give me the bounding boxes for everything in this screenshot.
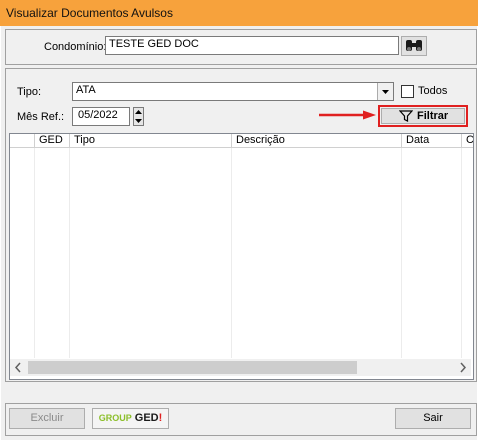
column-header-tipo[interactable]: Tipo: [70, 134, 232, 148]
spin-up-icon[interactable]: [134, 108, 143, 116]
title-bar: Visualizar Documentos Avulsos: [0, 0, 478, 26]
footer-group: Excluir GROUP GED! Sair: [5, 403, 477, 436]
dropdown-arrow-icon[interactable]: [377, 83, 393, 100]
condominio-field[interactable]: TESTE GED DOC: [105, 36, 399, 55]
mes-ref-spinner[interactable]: [133, 107, 144, 126]
condominio-group: Condomínio: TESTE GED DOC: [5, 29, 477, 65]
tipo-label: Tipo:: [17, 86, 42, 98]
group-ged-button[interactable]: GROUP GED!: [92, 408, 169, 429]
column-divider: [401, 148, 402, 358]
filtrar-label: Filtrar: [417, 110, 449, 122]
column-divider: [231, 148, 232, 358]
filter-group: Tipo: ATA Todos Mês Ref.: 05/2022 Filtra…: [5, 68, 477, 382]
scroll-right-icon[interactable]: [454, 359, 471, 376]
ged-logo-mark: !: [158, 412, 163, 424]
search-condominio-button[interactable]: [401, 36, 427, 56]
column-header-descricao[interactable]: Descrição: [232, 134, 402, 148]
column-header-data[interactable]: Data: [402, 134, 462, 148]
mes-ref-label: Mês Ref.:: [17, 111, 65, 123]
column-header-blank: [10, 134, 35, 148]
group-logo-text: GROUP: [98, 413, 132, 423]
documents-table[interactable]: GED Tipo Descrição Data C: [9, 133, 474, 380]
column-divider: [461, 148, 462, 358]
ged-logo-text: GED: [134, 412, 159, 424]
horizontal-scrollbar[interactable]: [10, 359, 471, 376]
spin-down-icon[interactable]: [134, 117, 143, 125]
column-header-c[interactable]: C: [462, 134, 473, 148]
scrollbar-thumb[interactable]: [28, 361, 357, 374]
binoculars-icon: [406, 40, 422, 51]
sair-label: Sair: [423, 412, 443, 424]
tipo-select-value: ATA: [76, 84, 96, 96]
sair-button[interactable]: Sair: [395, 408, 471, 429]
window-body: Condomínio: TESTE GED DOC Tipo: ATA Todo…: [1, 26, 477, 440]
scroll-left-icon[interactable]: [10, 359, 27, 376]
column-header-ged[interactable]: GED: [35, 134, 70, 148]
column-divider: [69, 148, 70, 358]
window-title: Visualizar Documentos Avulsos: [6, 6, 173, 20]
tipo-select[interactable]: ATA: [72, 82, 394, 101]
column-divider: [34, 148, 35, 358]
excluir-button[interactable]: Excluir: [9, 408, 85, 429]
funnel-icon: [399, 110, 413, 122]
excluir-label: Excluir: [30, 412, 64, 424]
todos-checkbox[interactable]: [401, 85, 414, 98]
red-arrow-icon: [319, 110, 376, 120]
filtrar-button[interactable]: Filtrar: [381, 108, 465, 124]
condominio-label: Condomínio:: [44, 41, 107, 53]
todos-label: Todos: [418, 85, 448, 97]
mes-ref-field[interactable]: 05/2022: [72, 107, 130, 126]
